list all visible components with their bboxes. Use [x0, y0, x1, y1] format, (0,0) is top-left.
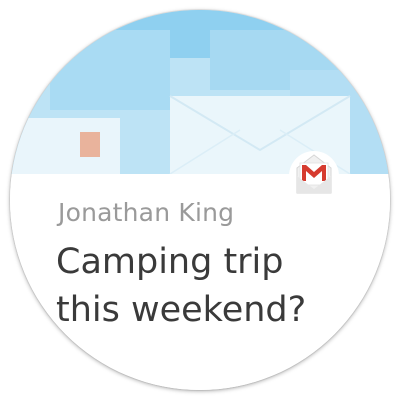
sender-name: Jonathan King — [58, 198, 235, 227]
watch-face: Jonathan King Camping trip this weekend? — [10, 10, 390, 390]
notification-card[interactable]: Jonathan King Camping trip this weekend? — [10, 174, 390, 390]
gmail-icon[interactable] — [288, 149, 340, 201]
left-envelope — [10, 118, 120, 174]
email-subject: Camping trip this weekend? — [56, 242, 307, 330]
stamp-icon — [80, 132, 100, 157]
